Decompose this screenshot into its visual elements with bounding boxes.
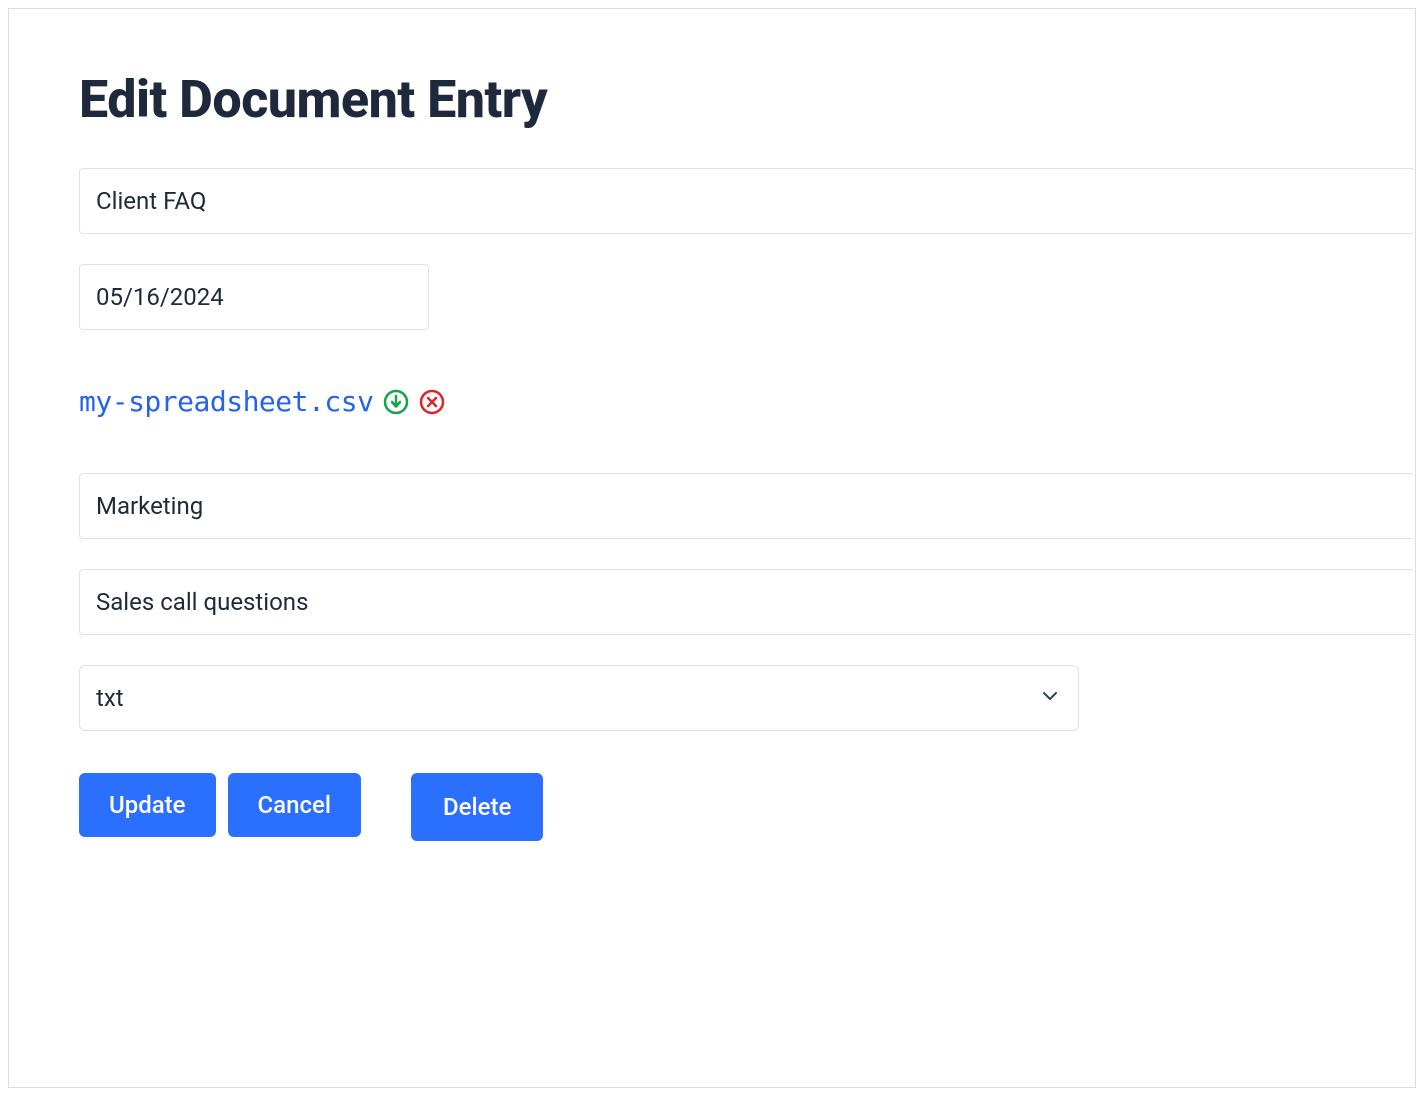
edit-document-form: Edit Document Entry my-spreadsheet.csv t… <box>8 8 1416 1088</box>
document-date-input[interactable] <box>79 264 429 330</box>
page-title: Edit Document Entry <box>79 69 1415 130</box>
action-button-row: Update Cancel Delete <box>79 773 1415 841</box>
remove-file-icon[interactable] <box>419 389 445 415</box>
cancel-button[interactable]: Cancel <box>228 773 361 837</box>
attached-file-link[interactable]: my-spreadsheet.csv <box>79 385 373 418</box>
format-select[interactable]: txt <box>79 665 1079 731</box>
update-button[interactable]: Update <box>79 773 216 837</box>
delete-button[interactable]: Delete <box>411 773 543 841</box>
download-file-icon[interactable] <box>383 389 409 415</box>
description-input[interactable] <box>79 569 1415 635</box>
attached-file-row: my-spreadsheet.csv <box>79 385 1415 418</box>
document-name-input[interactable] <box>79 168 1415 234</box>
category-input[interactable] <box>79 473 1415 539</box>
format-select-wrap: txt <box>79 665 1079 731</box>
